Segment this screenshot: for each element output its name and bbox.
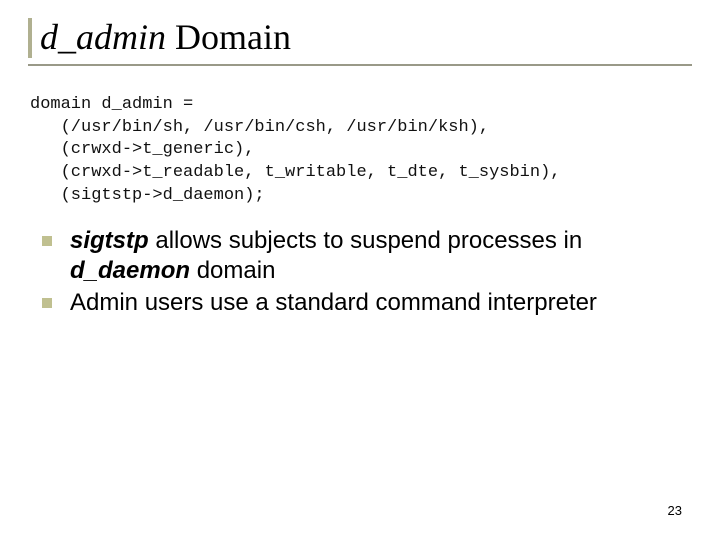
run: sigtstp — [70, 227, 149, 254]
bullet-text-1: sigtstp allows subjects to suspend proce… — [70, 226, 692, 286]
slide-title: d_admin Domain — [28, 18, 291, 58]
run: allows subjects to suspend processes in — [149, 227, 583, 254]
title-underline: d_admin Domain — [28, 18, 692, 66]
page-number: 23 — [668, 503, 682, 518]
title-rest: Domain — [166, 17, 291, 57]
run: domain — [190, 257, 275, 284]
bullet-text-2: Admin users use a standard command inter… — [70, 288, 597, 318]
slide: d_admin Domain domain d_admin = (/usr/bi… — [0, 0, 720, 540]
domain-code-block: domain d_admin = (/usr/bin/sh, /usr/bin/… — [30, 94, 692, 209]
bullet-square-icon — [42, 236, 52, 246]
code-line-1: domain d_admin = — [30, 95, 193, 114]
run: Admin users use a standard command inter… — [70, 289, 597, 316]
bullet-list: sigtstp allows subjects to suspend proce… — [42, 226, 692, 318]
code-line-2: (/usr/bin/sh, /usr/bin/csh, /usr/bin/ksh… — [30, 118, 489, 137]
code-line-5: (sigtstp->d_daemon); — [30, 186, 265, 205]
bullet-square-icon — [42, 298, 52, 308]
code-line-4: (crwxd->t_readable, t_writable, t_dte, t… — [30, 163, 561, 182]
title-italic: d_admin — [40, 17, 166, 57]
run: d_daemon — [70, 257, 190, 284]
code-line-3: (crwxd->t_generic), — [30, 140, 254, 159]
list-item: Admin users use a standard command inter… — [42, 288, 692, 318]
list-item: sigtstp allows subjects to suspend proce… — [42, 226, 692, 286]
